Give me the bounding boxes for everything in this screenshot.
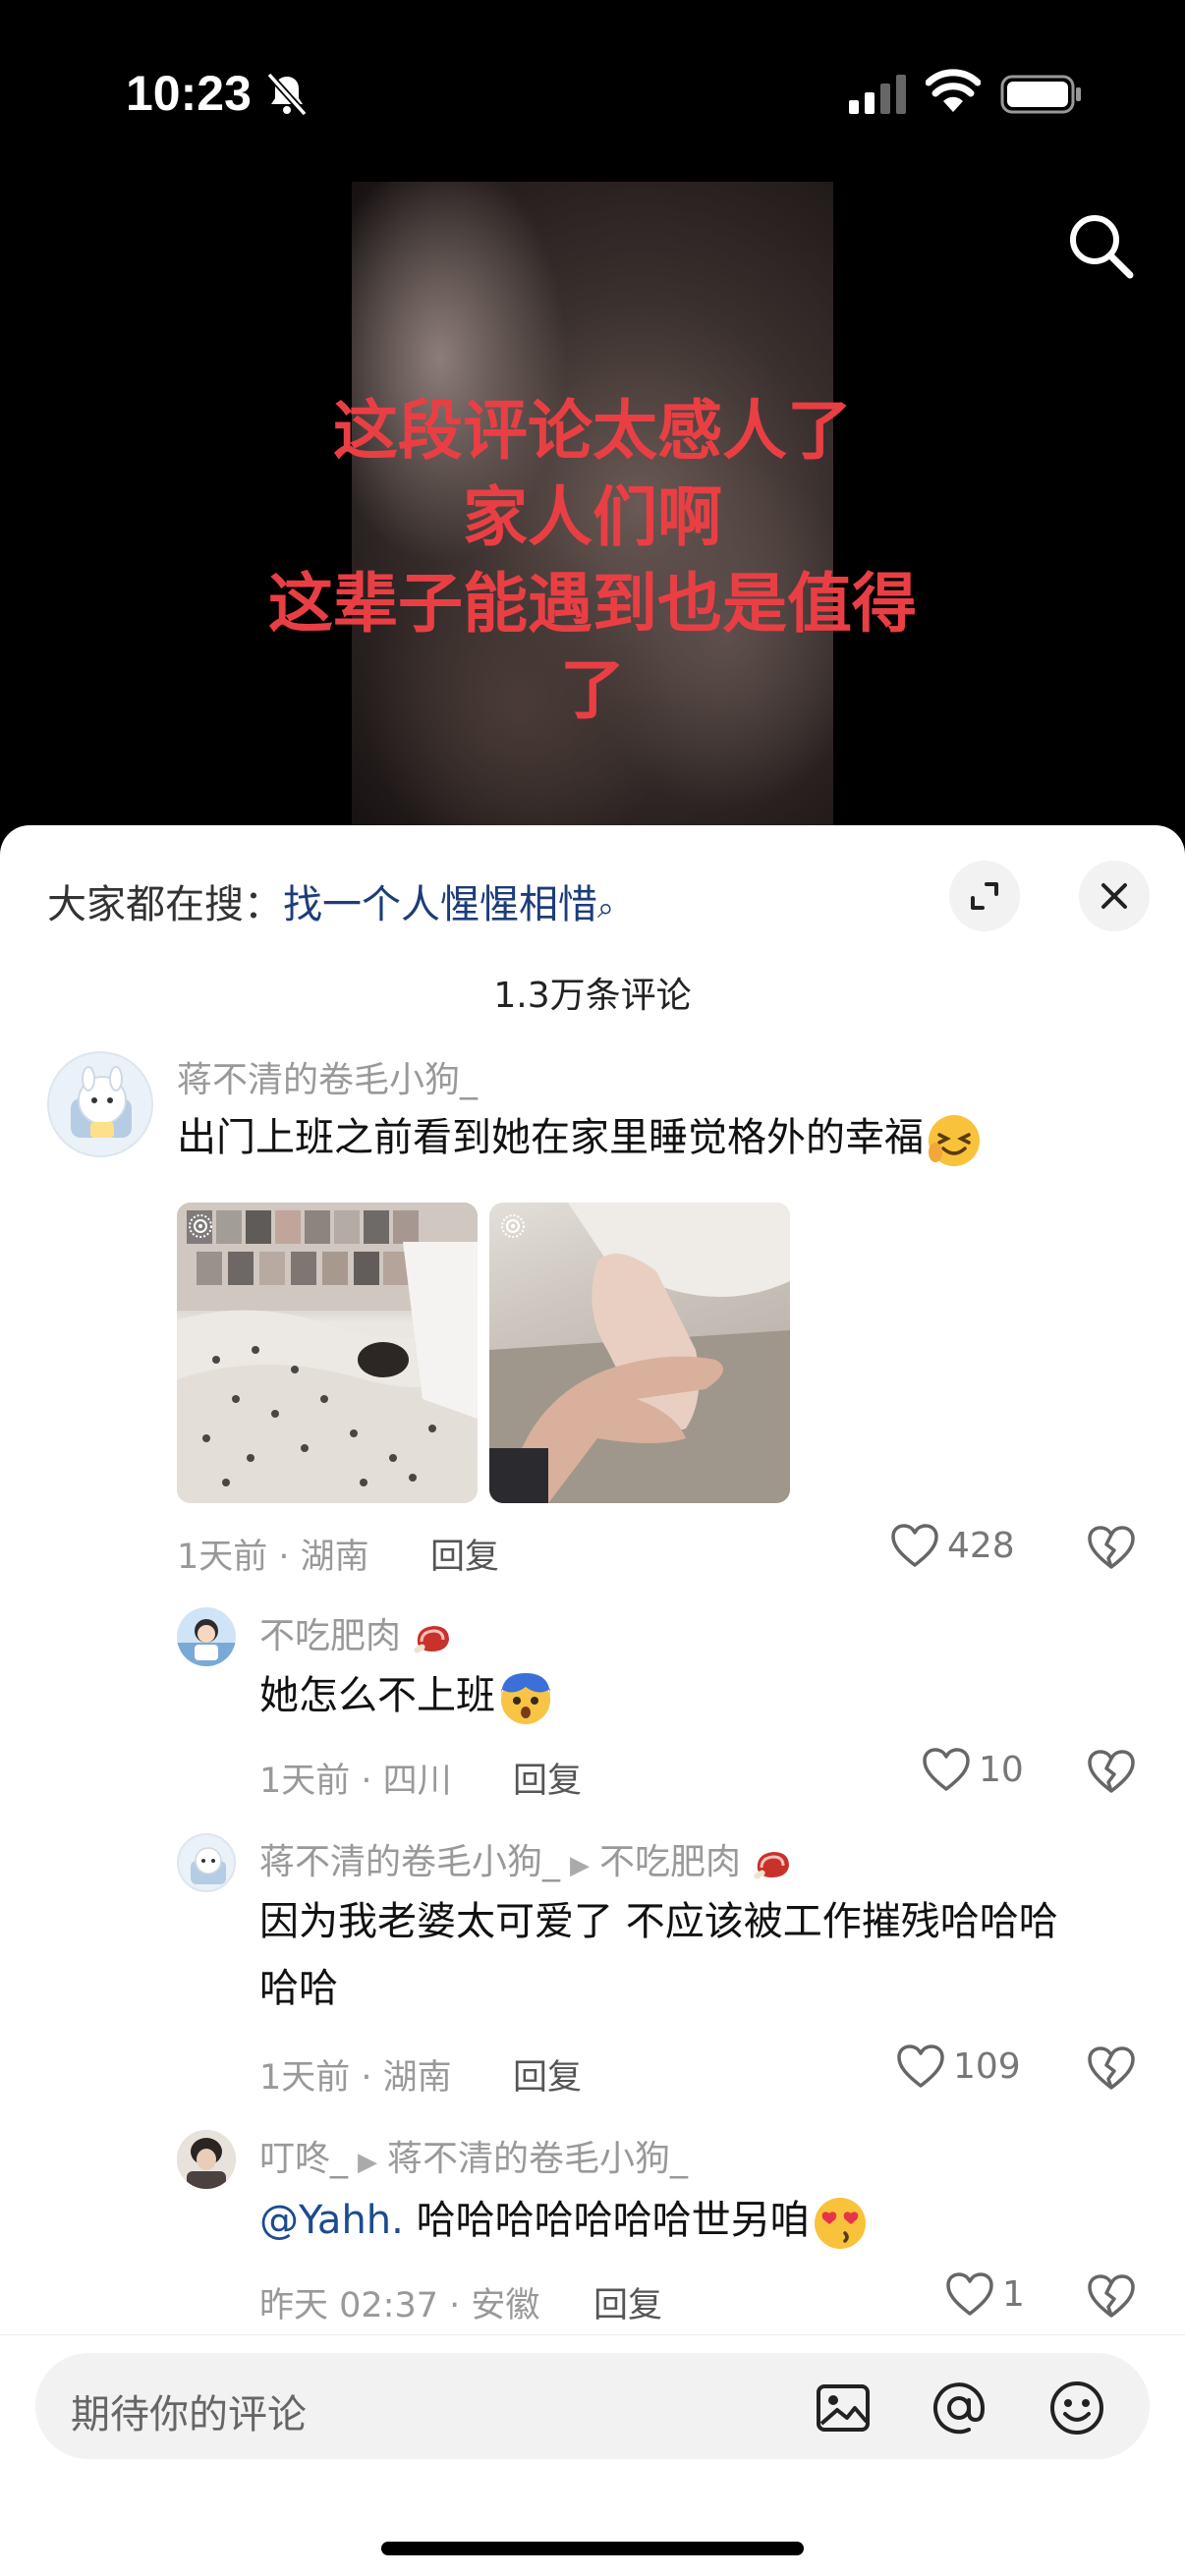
- like-count: 428: [947, 1525, 1015, 1566]
- expand-button[interactable]: [949, 861, 1020, 931]
- meat-icon: [754, 1852, 790, 1879]
- hot-search-label: 大家都在搜：: [47, 882, 283, 927]
- comment-meta: 1天前 · 四川: [259, 1762, 452, 1801]
- reply-arrow-icon: ▶: [570, 1851, 591, 1880]
- like-button[interactable]: 10: [922, 1747, 1024, 1792]
- like-count: 10: [979, 1749, 1024, 1790]
- home-indicator[interactable]: [381, 2542, 804, 2555]
- meat-icon: [414, 1626, 450, 1653]
- avatar[interactable]: [177, 1833, 236, 1892]
- crying-face-emoji-icon: [501, 1673, 550, 1724]
- reply-button[interactable]: 回复: [593, 2277, 662, 2327]
- heart-icon: [946, 2272, 993, 2316]
- comment-photo[interactable]: [489, 1203, 790, 1503]
- reply-button[interactable]: 回复: [513, 2049, 582, 2100]
- comment-input-placeholder: 期待你的评论: [71, 2392, 307, 2437]
- wifi-icon: [926, 69, 981, 112]
- heart-icon: [897, 2044, 944, 2088]
- expand-icon: [971, 882, 998, 910]
- like-count: 109: [953, 2045, 1021, 2087]
- broken-heart-icon[interactable]: [1087, 1749, 1136, 1794]
- grinning-squint-emoji-icon: [929, 1115, 980, 1166]
- heart-icon: [891, 1524, 938, 1567]
- avatar[interactable]: [177, 1607, 236, 1666]
- status-time: 10:23: [126, 66, 252, 121]
- mention-link[interactable]: @Yahh.: [259, 2198, 404, 2243]
- comment-meta: 昨天 02:37 · 安徽: [259, 2286, 540, 2325]
- battery-icon: [1000, 75, 1081, 114]
- search-small-icon: ⌕: [597, 891, 614, 925]
- heart-icon: [923, 1748, 970, 1791]
- reply-button[interactable]: 回复: [430, 1529, 499, 1579]
- comment-count: 1.3万条评论: [493, 976, 692, 1016]
- comment-username[interactable]: 蒋不清的卷毛小狗_: [177, 1051, 478, 1102]
- caption-line: 这段评论太感人了: [333, 393, 852, 469]
- comment-username[interactable]: 叮咚_ ▶ 蒋不清的卷毛小狗_: [259, 2130, 688, 2181]
- reply-to-username[interactable]: 不吃肥肉: [599, 1842, 741, 1882]
- comment-sheet: 大家都在搜：找一个人惺惺相惜⌕ 1.3万条评论 蒋不清的卷毛小狗_ 出门上班之前…: [0, 825, 1185, 2576]
- comment-meta: 1天前 · 湖南: [177, 1538, 369, 1577]
- broken-heart-icon[interactable]: [1087, 1525, 1136, 1570]
- search-icon[interactable]: [1063, 208, 1138, 283]
- comment-text: 因为我老婆太可爱了 不应该被工作摧残哈哈哈 哈哈: [259, 1899, 1058, 2011]
- close-button[interactable]: [1079, 861, 1150, 931]
- like-button[interactable]: 428: [890, 1523, 1015, 1568]
- avatar[interactable]: [177, 2130, 236, 2189]
- hot-search-keyword[interactable]: 找一个人惺惺相惜: [283, 882, 597, 927]
- status-bar: 10:23: [0, 0, 1185, 187]
- comment-photo[interactable]: [177, 1203, 478, 1503]
- avatar[interactable]: [47, 1051, 153, 1157]
- image-icon[interactable]: [814, 2379, 873, 2437]
- like-count: 1: [1002, 2273, 1025, 2315]
- live-photo-icon: [501, 1214, 525, 1238]
- cellular-signal-icon: [849, 75, 906, 114]
- like-button[interactable]: 109: [896, 2044, 1021, 2089]
- broken-heart-icon[interactable]: [1087, 2273, 1136, 2319]
- caption-line: 这辈子能遇到也是值得: [268, 566, 917, 642]
- comment-text: 出门上班之前看到她在家里睡觉格外的幸福: [177, 1104, 985, 1171]
- comment-text: @Yahh. 哈哈哈哈哈哈哈世另咱: [259, 2187, 871, 2254]
- reply-arrow-icon: ▶: [358, 2148, 378, 2177]
- comment-text: 她怎么不上班: [259, 1662, 556, 1729]
- video-caption: 这段评论太感人了 家人们啊 这辈子能遇到也是值得 了: [0, 388, 1185, 734]
- emoji-icon[interactable]: [1047, 2379, 1106, 2437]
- live-photo-icon: [189, 1214, 212, 1238]
- comment-username[interactable]: 蒋不清的卷毛小狗_ ▶ 不吃肥肉: [259, 1833, 795, 1884]
- comment-meta: 1天前 · 湖南: [259, 2058, 452, 2098]
- caption-line: 家人们啊: [463, 479, 722, 555]
- close-icon: [1101, 883, 1127, 909]
- bell-slash-icon: [266, 72, 308, 117]
- reply-button[interactable]: 回复: [513, 1753, 582, 1803]
- comment-username[interactable]: 不吃肥肉: [259, 1607, 455, 1658]
- reply-to-username[interactable]: 蒋不清的卷毛小狗_: [387, 2139, 688, 2179]
- broken-heart-icon[interactable]: [1087, 2045, 1136, 2091]
- hot-search-bar[interactable]: 大家都在搜：找一个人惺惺相惜⌕: [47, 872, 614, 929]
- heart-eyes-emoji-icon: [814, 2198, 866, 2249]
- caption-line: 了: [560, 652, 625, 728]
- comment-input-bar: 期待你的评论: [0, 2334, 1185, 2576]
- like-button[interactable]: 1: [945, 2271, 1025, 2317]
- at-mention-icon[interactable]: [930, 2379, 988, 2437]
